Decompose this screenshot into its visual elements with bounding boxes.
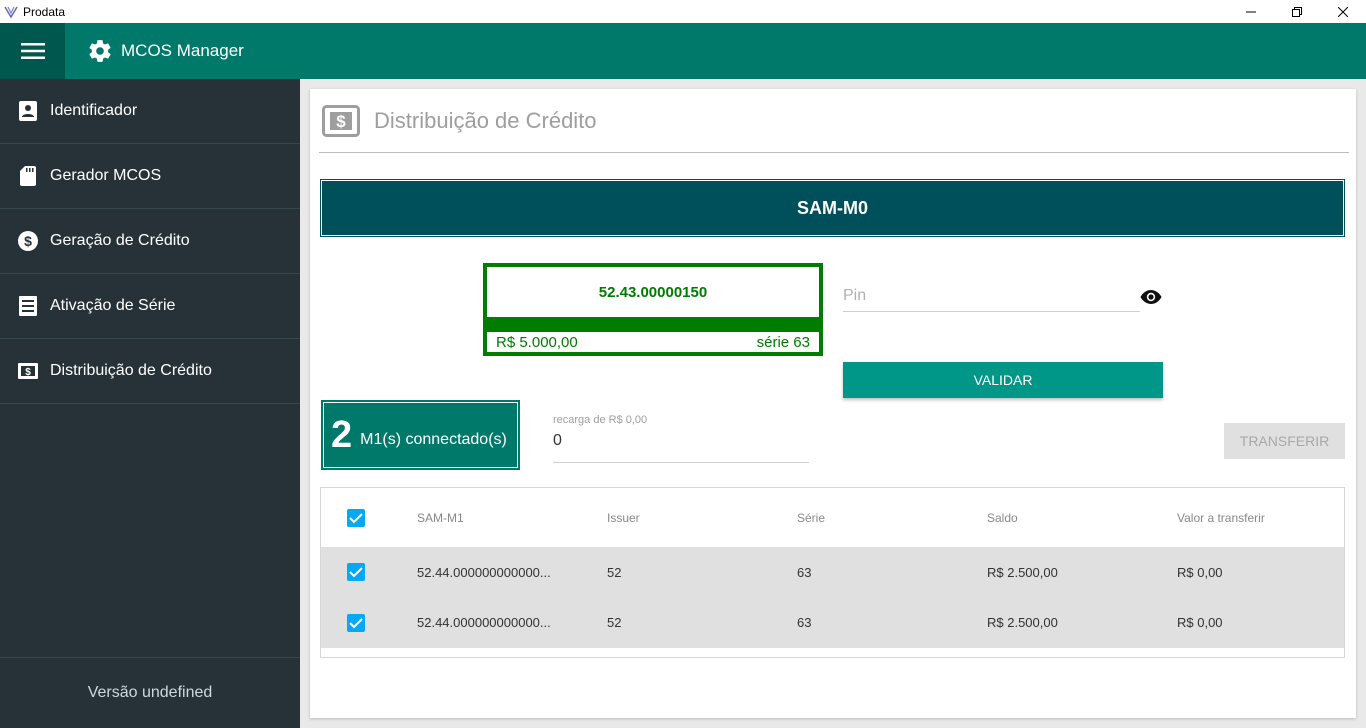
minimize-button[interactable] <box>1228 0 1274 23</box>
sd-card-icon <box>18 166 38 186</box>
sidebar: Identificador Gerador MCOS $ Geração de … <box>0 79 300 728</box>
app-brand: MCOS Manager <box>87 38 244 64</box>
cell-valor-a-transferir: R$ 0,00 <box>1177 564 1223 580</box>
column-header: Série <box>797 510 826 525</box>
sam-m1-table: SAM-M1 Issuer Série Saldo Valor a transf… <box>320 487 1345 658</box>
cell-sam-m1: 52.44.000000000000... <box>417 615 551 630</box>
sam-m0-id: 52.43.00000150 <box>598 283 708 301</box>
table-row[interactable]: 52.44.000000000000... 52 63 R$ 2.500,00 … <box>321 597 1344 648</box>
version-label: Versão undefined <box>87 684 213 701</box>
checkbox-checked-icon <box>347 508 365 527</box>
sam-card-bar <box>487 317 819 332</box>
sidebar-item-identificador[interactable]: Identificador <box>0 79 300 144</box>
svg-text:$: $ <box>25 367 31 378</box>
sidebar-item-label: Identificador <box>50 102 138 119</box>
minimize-icon <box>1246 11 1256 12</box>
sam-m0-series: série 63 <box>756 333 810 351</box>
window-title: Prodata <box>23 4 66 19</box>
cell-issuer: 52 <box>607 615 622 630</box>
restore-button[interactable] <box>1274 0 1320 23</box>
prodata-logo-icon <box>3 4 19 20</box>
money-icon: $ <box>322 104 360 138</box>
window-title-bar: Prodata <box>0 0 1366 23</box>
m1-label: M1(s) connectado(s) <box>360 431 507 448</box>
cell-issuer: 52 <box>607 564 622 580</box>
close-icon <box>1338 6 1348 17</box>
app-title: MCOS Manager <box>121 41 244 60</box>
sam-m0-card: 52.43.00000150 R$ 5.000,00 série 63 <box>483 263 823 356</box>
sidebar-item-geracao-de-credito[interactable]: $ Geração de Crédito <box>0 209 300 274</box>
sam-m0-banner: SAM-M0 <box>320 179 1345 237</box>
pin-input[interactable] <box>843 281 1140 311</box>
contact-card-icon <box>18 101 38 121</box>
column-header: Saldo <box>987 510 1018 525</box>
recarga-input[interactable] <box>553 432 809 450</box>
cell-sam-m1: 52.44.000000000000... <box>417 564 551 580</box>
sidebar-item-label: Geração de Crédito <box>50 232 190 249</box>
gear-icon <box>89 40 111 62</box>
eye-icon[interactable] <box>1139 287 1163 307</box>
checkbox-checked-icon <box>347 563 365 581</box>
restore-icon <box>1292 6 1302 17</box>
column-header: Valor a transferir <box>1177 510 1265 525</box>
cell-saldo: R$ 2.500,00 <box>987 615 1058 630</box>
sam-m0-label: SAM-M0 <box>797 197 868 218</box>
sidebar-footer: Versão undefined <box>0 657 300 728</box>
row-checkbox[interactable] <box>347 563 367 581</box>
cell-saldo: R$ 2.500,00 <box>987 564 1058 580</box>
cell-valor-a-transferir: R$ 0,00 <box>1177 615 1223 630</box>
sidebar-item-label: Gerador MCOS <box>50 167 162 184</box>
recarga-field: recarga de R$ 0,00 <box>553 414 809 463</box>
sidebar-item-label: Ativação de Série <box>50 297 176 314</box>
close-button[interactable] <box>1320 0 1366 23</box>
sam-m0-balance: R$ 5.000,00 <box>496 333 578 351</box>
svg-text:$: $ <box>24 233 32 249</box>
sidebar-item-distribuicao-de-credito[interactable]: $ Distribuição de Crédito <box>0 339 300 404</box>
cell-serie: 63 <box>797 564 812 580</box>
m1-count: 2 <box>331 413 353 456</box>
page-title: Distribuição de Crédito <box>374 107 597 133</box>
row-checkbox[interactable] <box>347 613 367 632</box>
table-header-row: SAM-M1 Issuer Série Saldo Valor a transf… <box>321 488 1344 547</box>
sam-card-footer: R$ 5.000,00 série 63 <box>487 332 819 352</box>
hamburger-menu-icon <box>20 43 45 59</box>
svg-text:$: $ <box>336 112 346 131</box>
app-bar: MCOS Manager <box>0 23 1366 79</box>
checkbox-checked-icon <box>347 613 365 632</box>
sidebar-item-ativacao-de-serie[interactable]: Ativação de Série <box>0 274 300 339</box>
m1-connected-badge: 2 M1(s) connectado(s) <box>321 400 520 470</box>
column-header: SAM-M1 <box>417 510 464 525</box>
page-header: $ Distribuição de Crédito <box>319 89 1349 153</box>
table-row[interactable]: 52.44.000000000000... 52 63 R$ 2.500,00 … <box>321 547 1344 597</box>
receipt-list-icon <box>18 296 38 316</box>
select-all-checkbox[interactable] <box>347 508 367 527</box>
transferir-button[interactable]: TRANSFERIR <box>1224 423 1345 459</box>
pin-field <box>843 281 1140 312</box>
menu-button[interactable] <box>0 23 65 79</box>
cell-serie: 63 <box>797 615 812 630</box>
validar-button[interactable]: VALIDAR <box>843 362 1163 398</box>
sidebar-item-gerador-mcos[interactable]: Gerador MCOS <box>0 144 300 209</box>
dollar-circle-icon: $ <box>18 231 38 251</box>
column-header: Issuer <box>607 510 640 525</box>
recarga-label: recarga de R$ 0,00 <box>553 414 648 426</box>
money-icon: $ <box>18 361 38 381</box>
sidebar-item-label: Distribuição de Crédito <box>50 362 212 379</box>
main-card: $ Distribuição de Crédito SAM-M0 52.43.0… <box>310 89 1356 718</box>
